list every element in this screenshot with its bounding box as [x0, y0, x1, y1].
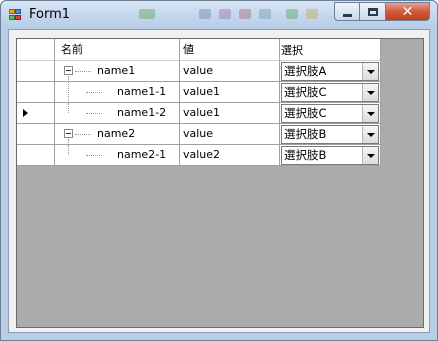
select-cell: 選択肢C [280, 103, 381, 124]
dropdown-button[interactable] [362, 147, 378, 164]
value-cell[interactable]: value1 [180, 103, 280, 124]
tree-node-label: name2 [97, 127, 136, 140]
value-cell[interactable]: value1 [180, 82, 280, 103]
blurred-background-icon [306, 9, 318, 19]
tree-name-cell[interactable]: name1 [55, 61, 180, 82]
row-header[interactable] [17, 124, 55, 145]
value-cell[interactable]: value [180, 61, 280, 82]
tree-guide-line [68, 145, 69, 155]
value-cell[interactable]: value2 [180, 145, 280, 166]
combobox-selected-value: 選択肢B [284, 148, 327, 162]
row-header[interactable] [17, 103, 55, 124]
table-row[interactable]: name2-1 value2 選択肢B [17, 145, 381, 166]
column-header-name[interactable]: 名前 [55, 39, 180, 61]
form-window: Form1 ✕ 名前 値 選択 name1 value 選択肢A name1-1… [0, 0, 438, 341]
dropdown-arrow-icon [366, 69, 375, 74]
select-cell: 選択肢B [280, 124, 381, 145]
close-button[interactable]: ✕ [386, 2, 430, 21]
tree-name-cell[interactable]: name1-1 [55, 82, 180, 103]
choice-combobox[interactable]: 選択肢C [281, 104, 379, 123]
dropdown-button[interactable] [362, 84, 378, 101]
select-cell: 選択肢A [280, 61, 381, 82]
tree-node-label: name1-1 [117, 85, 167, 98]
tree-node-label: name1-2 [117, 106, 167, 119]
form-client-area: 名前 値 選択 name1 value 選択肢A name1-1 value1 選択肢C n… [8, 29, 430, 333]
blurred-background-icon [139, 9, 155, 19]
choice-combobox[interactable]: 選択肢B [281, 125, 379, 144]
choice-combobox[interactable]: 選択肢C [281, 83, 379, 102]
table-row[interactable]: name1-2 value1 選択肢C [17, 103, 381, 124]
table-row[interactable]: name1-1 value1 選択肢C [17, 82, 381, 103]
table-row[interactable]: name2 value 選択肢B [17, 124, 381, 145]
dropdown-arrow-icon [366, 111, 375, 116]
maximize-button[interactable] [360, 2, 386, 21]
combobox-selected-value: 選択肢C [284, 85, 327, 99]
column-header-row: 名前 値 選択 [17, 39, 381, 61]
minimize-icon [342, 13, 352, 17]
blurred-background-icon [286, 9, 298, 19]
blurred-background-icon [199, 9, 211, 19]
row-header[interactable] [17, 145, 55, 166]
column-header-select[interactable]: 選択 [280, 39, 381, 61]
title-bar[interactable]: Form1 ✕ [1, 1, 437, 29]
column-header-value[interactable]: 値 [180, 39, 280, 61]
select-cell: 選択肢C [280, 82, 381, 103]
blurred-background-icon [219, 9, 231, 19]
tree-grid-view[interactable]: 名前 値 選択 name1 value 選択肢A name1-1 value1 選択肢C n… [16, 38, 424, 328]
tree-connector-line [75, 71, 91, 72]
tree-connector-line [86, 155, 102, 156]
row-header[interactable] [17, 82, 55, 103]
form-app-icon[interactable] [9, 9, 23, 21]
tree-connector-line [75, 134, 91, 135]
value-cell[interactable]: value [180, 124, 280, 145]
close-icon: ✕ [401, 3, 414, 20]
tree-guide-line [68, 82, 69, 102]
choice-combobox[interactable]: 選択肢B [281, 146, 379, 165]
tree-node-label: name2-1 [117, 148, 167, 161]
minimize-button[interactable] [334, 2, 360, 21]
dropdown-button[interactable] [362, 63, 378, 80]
combobox-selected-value: 選択肢A [284, 64, 327, 78]
choice-combobox[interactable]: 選択肢A [281, 62, 379, 81]
blurred-background-icon [259, 9, 271, 19]
grid-rows: name1 value 選択肢A name1-1 value1 選択肢C name1-2 va… [17, 61, 381, 166]
dropdown-button[interactable] [362, 105, 378, 122]
blurred-background-icon [239, 9, 251, 19]
combobox-selected-value: 選択肢B [284, 127, 327, 141]
tree-name-cell[interactable]: name2 [55, 124, 180, 145]
table-row[interactable]: name1 value 選択肢A [17, 61, 381, 82]
tree-collapse-icon[interactable] [64, 66, 73, 75]
tree-name-cell[interactable]: name1-2 [55, 103, 180, 124]
dropdown-button[interactable] [362, 126, 378, 143]
row-header[interactable] [17, 61, 55, 82]
row-header-corner[interactable] [17, 39, 55, 61]
tree-collapse-icon[interactable] [64, 129, 73, 138]
tree-guide-line [68, 103, 69, 113]
grid-table: 名前 値 選択 name1 value 選択肢A name1-1 value1 選択肢C n… [17, 39, 381, 166]
tree-name-cell[interactable]: name2-1 [55, 145, 180, 166]
window-title: Form1 [29, 7, 71, 22]
tree-node-label: name1 [97, 64, 136, 77]
select-cell: 選択肢B [280, 145, 381, 166]
tree-connector-line [86, 113, 102, 114]
dropdown-arrow-icon [366, 90, 375, 95]
dropdown-arrow-icon [366, 132, 375, 137]
tree-connector-line [86, 92, 102, 93]
maximize-icon [367, 7, 378, 16]
current-row-arrow-icon [23, 109, 28, 117]
dropdown-arrow-icon [366, 153, 375, 158]
combobox-selected-value: 選択肢C [284, 106, 327, 120]
